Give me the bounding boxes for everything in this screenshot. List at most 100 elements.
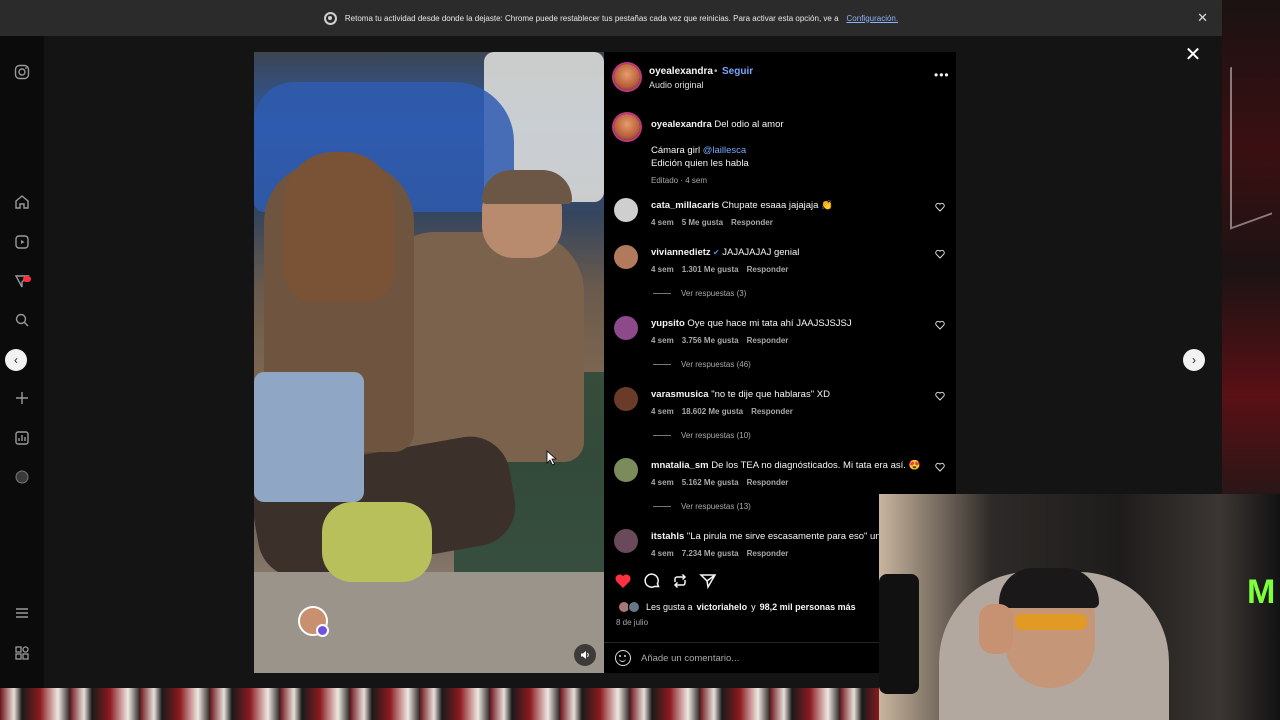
background-art-bottom	[0, 688, 880, 720]
reply-button[interactable]: Responder	[731, 218, 773, 227]
view-replies-label: Ver respuestas (13)	[681, 502, 751, 511]
insights-icon[interactable]	[13, 429, 31, 447]
more-apps-icon[interactable]	[13, 644, 31, 662]
next-post-button[interactable]: ›	[1183, 349, 1205, 371]
likes-and: y	[751, 602, 756, 612]
comment-meta: 4 sem 5 Me gusta Responder	[651, 218, 773, 227]
likes-count[interactable]: 98,2 mil personas más	[760, 602, 856, 612]
heart-icon[interactable]	[614, 572, 632, 590]
comment-item: varasmusica "no te dije que hablaras" XD…	[604, 387, 956, 447]
follow-button[interactable]: Seguir	[722, 66, 753, 77]
commenter-avatar[interactable]	[614, 316, 638, 340]
comment-meta: 4 sem 7.234 Me gusta Responder	[651, 549, 788, 558]
likes-summary[interactable]: Les gusta a victoriahelo y 98,2 mil pers…	[618, 601, 856, 613]
settings-link[interactable]: Configuración.	[847, 14, 899, 23]
comment-heart-icon[interactable]	[935, 320, 945, 330]
sound-toggle-button[interactable]	[574, 644, 596, 666]
commenter-username[interactable]: viviannedietz	[651, 247, 711, 258]
commenter-avatar[interactable]	[614, 245, 638, 269]
comment-body: varasmusica "no te dije que hablaras" XD	[651, 389, 931, 400]
comment-time: 4 sem	[651, 407, 674, 416]
reply-button[interactable]: Responder	[747, 265, 789, 274]
repost-icon[interactable]	[671, 572, 689, 590]
comment-like-count[interactable]: 5.162 Me gusta	[682, 478, 739, 487]
home-icon[interactable]	[13, 193, 31, 211]
reel-video[interactable]	[254, 52, 604, 673]
view-replies-label: Ver respuestas (46)	[681, 360, 751, 369]
caption-author-avatar[interactable]	[614, 114, 640, 140]
create-icon[interactable]	[13, 389, 31, 407]
commenter-username[interactable]: cata_millacaris	[651, 200, 719, 211]
comment-like-count[interactable]: 1.301 Me gusta	[682, 265, 739, 274]
comment-text: De los TEA no diagnósticados. Mi tata er…	[711, 460, 921, 471]
caption-text: Del odio al amor	[714, 119, 784, 130]
emoji-icon[interactable]	[615, 650, 631, 666]
search-icon[interactable]	[13, 311, 31, 329]
commenter-avatar[interactable]	[614, 387, 638, 411]
comment-meta: 4 sem 5.162 Me gusta Responder	[651, 478, 788, 487]
view-replies-button[interactable]: Ver respuestas (46)	[653, 360, 751, 369]
commenter-avatar[interactable]	[614, 458, 638, 482]
comment-like-count[interactable]: 7.234 Me gusta	[682, 549, 739, 558]
caption-username[interactable]: oyealexandra	[651, 119, 712, 130]
comments-list[interactable]: oyealexandra Del odio al amor Cámara gir…	[604, 104, 956, 558]
caption-mention-link[interactable]: @laillesca	[703, 145, 746, 156]
instagram-icon[interactable]	[13, 63, 31, 81]
profile-icon[interactable]	[13, 468, 31, 486]
comment-time: 4 sem	[651, 336, 674, 345]
author-avatar[interactable]	[614, 64, 640, 90]
commenter-avatar[interactable]	[614, 198, 638, 222]
comment-time: 4 sem	[651, 549, 674, 558]
author-username[interactable]: oyealexandra	[649, 66, 713, 77]
comment-like-count[interactable]: 3.756 Me gusta	[682, 336, 739, 345]
commenter-username[interactable]: yupsito	[651, 318, 685, 329]
view-replies-button[interactable]: Ver respuestas (13)	[653, 502, 751, 511]
close-icon[interactable]: ✕	[1197, 11, 1208, 24]
commenter-avatar[interactable]	[614, 529, 638, 553]
commenter-username[interactable]: varasmusica	[651, 389, 709, 400]
reply-button[interactable]: Responder	[747, 549, 789, 558]
comment-body: cata_millacaris Chupate esaaa jajajaja 👏	[651, 200, 931, 211]
comment-body: mnatalia_sm De los TEA no diagnósticados…	[651, 460, 931, 471]
caption-camera-text: Cámara girl	[651, 145, 701, 156]
reply-button[interactable]: Responder	[747, 336, 789, 345]
restore-bar-text: Retoma tu actividad desde donde la dejas…	[344, 13, 839, 23]
comment-heart-icon[interactable]	[935, 202, 945, 212]
close-modal-icon[interactable]: ✕	[1183, 45, 1203, 65]
screen: Retoma tu actividad desde donde la dejas…	[0, 0, 1280, 720]
commenter-username[interactable]: mnatalia_sm	[651, 460, 709, 471]
comment-body: viviannedietz ✔ JAJAJAJAJ genial	[651, 247, 931, 258]
comment-like-count[interactable]: 18.602 Me gusta	[682, 407, 743, 416]
comment-text: Oye que hace mi tata ahí JAAJSJSJSJ	[687, 318, 852, 329]
notification-badge	[23, 276, 31, 282]
more-options-icon[interactable]: •••	[934, 68, 950, 82]
comment-input[interactable]: Añade un comentario...	[641, 653, 739, 664]
liker-avatar	[628, 601, 640, 613]
post-header: oyealexandra • Seguir Audio original •••	[604, 52, 956, 104]
reply-button[interactable]: Responder	[751, 407, 793, 416]
menu-icon[interactable]	[13, 604, 31, 622]
verified-badge-icon: ✔	[710, 248, 720, 257]
comment-body: yupsito Oye que hace mi tata ahí JAAJSJS…	[651, 318, 931, 329]
reels-icon[interactable]	[13, 233, 31, 251]
comment-time: 4 sem	[651, 478, 674, 487]
likes-user[interactable]: victoriahelo	[697, 602, 748, 612]
audio-label[interactable]: Audio original	[649, 80, 704, 90]
comment-text: JAJAJAJAJ genial	[722, 247, 800, 258]
comment-heart-icon[interactable]	[935, 462, 945, 472]
share-icon[interactable]	[699, 572, 717, 590]
speaker-icon	[581, 651, 589, 659]
messages-icon[interactable]	[13, 272, 31, 290]
view-replies-button[interactable]: Ver respuestas (3)	[653, 289, 746, 298]
comment-meta: 4 sem 3.756 Me gusta Responder	[651, 336, 788, 345]
reply-button[interactable]: Responder	[747, 478, 789, 487]
previous-post-button[interactable]: ‹	[5, 349, 27, 371]
comment-item: viviannedietz ✔ JAJAJAJAJ genial 4 sem 1.3…	[604, 245, 956, 305]
view-replies-button[interactable]: Ver respuestas (10)	[653, 431, 751, 440]
webcam-overlay: M	[879, 494, 1280, 720]
comment-heart-icon[interactable]	[935, 249, 945, 259]
commenter-username[interactable]: itstahls	[651, 531, 684, 542]
comment-like-count[interactable]: 5 Me gusta	[682, 218, 723, 227]
comment-icon[interactable]	[643, 572, 661, 590]
comment-heart-icon[interactable]	[935, 391, 945, 401]
